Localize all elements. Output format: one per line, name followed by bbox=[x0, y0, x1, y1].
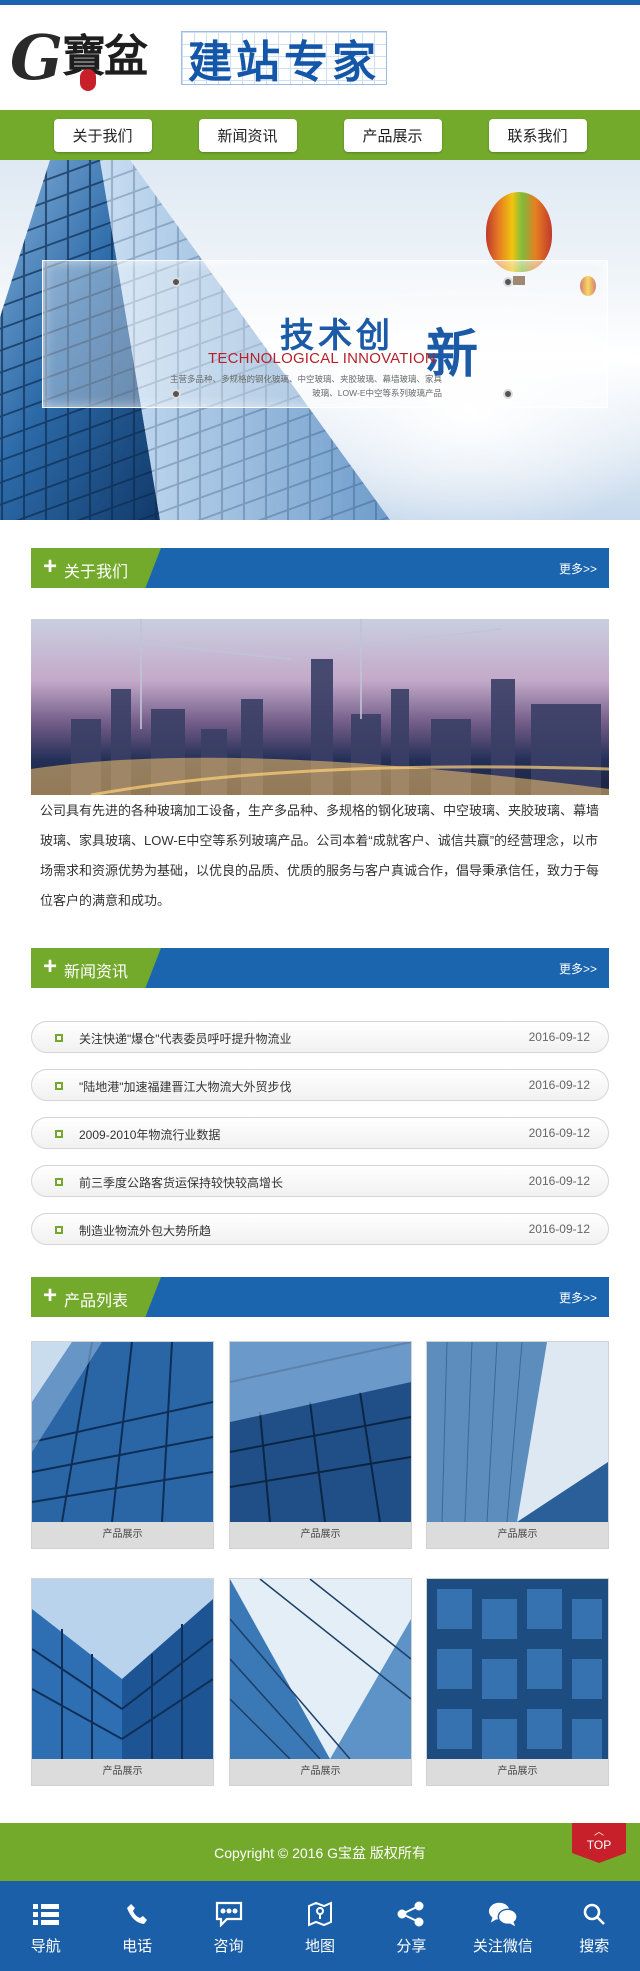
header: G 寶盆 建站专家 bbox=[0, 5, 640, 110]
banner-slogan-sub: 主营多品种、多规格的钢化玻璃、中空玻璃、夹胶玻璃、幕墙玻璃、家具玻璃、LOW-E… bbox=[170, 374, 443, 398]
bullet-icon bbox=[55, 1178, 63, 1186]
toolbar-consult[interactable]: 咨询 bbox=[183, 1881, 274, 1971]
top-label: TOP bbox=[586, 1838, 612, 1852]
logo[interactable]: G 寶盆 建站专家 bbox=[10, 23, 387, 93]
product-card[interactable]: 产品展示 bbox=[229, 1578, 412, 1786]
about-section-header: + 关于我们 更多>> bbox=[31, 548, 609, 588]
product-caption: 产品展示 bbox=[32, 1759, 213, 1785]
product-card[interactable]: 产品展示 bbox=[229, 1341, 412, 1549]
nav-contact[interactable]: 联系我们 bbox=[488, 118, 587, 152]
product-image bbox=[32, 1579, 213, 1759]
logo-letter: G bbox=[10, 21, 63, 94]
city-skyline-image bbox=[31, 619, 609, 795]
news-more-link[interactable]: 更多>> bbox=[559, 960, 597, 977]
toolbar-search[interactable]: 搜索 bbox=[549, 1881, 640, 1971]
toolbar-map[interactable]: 地图 bbox=[274, 1881, 365, 1971]
product-caption: 产品展示 bbox=[230, 1522, 411, 1548]
news-item[interactable]: 2009-2010年物流行业数据 2016-09-12 bbox=[31, 1117, 609, 1149]
news-title: "陆地港"加速福建晋江大物流大外贸步伐 bbox=[79, 1080, 292, 1094]
map-icon bbox=[305, 1899, 335, 1929]
product-caption: 产品展示 bbox=[32, 1522, 213, 1548]
toolbar-phone[interactable]: 电话 bbox=[91, 1881, 182, 1971]
logo-seal-icon bbox=[80, 69, 96, 91]
banner-slogan-en: TECHNOLOGICAL INNOVATION bbox=[208, 350, 436, 367]
copyright-text: Copyright © 2016 G宝盆 版权所有 bbox=[214, 1845, 426, 1861]
wechat-icon bbox=[488, 1899, 518, 1929]
bottom-toolbar: 导航 电话 咨询 地图 分享 关注微信 搜索 bbox=[0, 1881, 640, 1971]
news-title: 关注快递"爆仓"代表委员呼吁提升物流业 bbox=[79, 1032, 292, 1046]
news-item[interactable]: 关注快递"爆仓"代表委员呼吁提升物流业 2016-09-12 bbox=[31, 1021, 609, 1053]
about-description: 公司具有先进的各种玻璃加工设备，生产多品种、多规格的钢化玻璃、中空玻璃、夹胶玻璃… bbox=[40, 803, 600, 908]
chat-icon bbox=[214, 1899, 244, 1929]
news-section-title: 新闻资讯 bbox=[64, 964, 129, 981]
product-image bbox=[427, 1579, 608, 1759]
product-image bbox=[32, 1342, 213, 1522]
news-date: 2016-09-12 bbox=[528, 1030, 590, 1044]
products-section-title: 产品列表 bbox=[64, 1293, 129, 1310]
product-caption: 产品展示 bbox=[427, 1522, 608, 1548]
menu-icon bbox=[31, 1899, 61, 1929]
bullet-icon bbox=[55, 1034, 63, 1042]
toolbar-wechat[interactable]: 关注微信 bbox=[457, 1881, 548, 1971]
news-date: 2016-09-12 bbox=[528, 1126, 590, 1140]
toolbar-share[interactable]: 分享 bbox=[366, 1881, 457, 1971]
plus-icon: + bbox=[43, 553, 58, 580]
panel-screw-icon bbox=[171, 277, 181, 287]
news-list: 关注快递"爆仓"代表委员呼吁提升物流业 2016-09-12 "陆地港"加速福建… bbox=[31, 1021, 609, 1261]
about-section-title: 关于我们 bbox=[64, 564, 129, 581]
product-image bbox=[230, 1342, 411, 1522]
toolbar-label: 地图 bbox=[304, 1938, 335, 1955]
nav-news[interactable]: 新闻资讯 bbox=[198, 118, 297, 152]
toolbar-label: 导航 bbox=[30, 1938, 61, 1955]
news-item[interactable]: 前三季度公路客货运保持较快较高增长 2016-09-12 bbox=[31, 1165, 609, 1197]
bullet-icon bbox=[55, 1130, 63, 1138]
product-image bbox=[230, 1579, 411, 1759]
product-card[interactable]: 产品展示 bbox=[426, 1578, 609, 1786]
news-title: 2009-2010年物流行业数据 bbox=[79, 1128, 221, 1142]
nav-about[interactable]: 关于我们 bbox=[53, 118, 152, 152]
news-date: 2016-09-12 bbox=[528, 1222, 590, 1236]
product-image bbox=[427, 1342, 608, 1522]
news-date: 2016-09-12 bbox=[528, 1174, 590, 1188]
logo-chinese: 寶盆 bbox=[62, 31, 148, 82]
search-icon bbox=[579, 1899, 609, 1929]
toolbar-label: 咨询 bbox=[213, 1938, 244, 1955]
product-card[interactable]: 产品展示 bbox=[426, 1341, 609, 1549]
news-date: 2016-09-12 bbox=[528, 1078, 590, 1092]
panel-screw-icon bbox=[503, 389, 513, 399]
phone-icon bbox=[122, 1899, 152, 1929]
plus-icon: + bbox=[43, 1282, 58, 1309]
footer: Copyright © 2016 G宝盆 版权所有 bbox=[0, 1823, 640, 1881]
news-item[interactable]: 制造业物流外包大势所趋 2016-09-12 bbox=[31, 1213, 609, 1245]
toolbar-label: 电话 bbox=[122, 1938, 153, 1955]
share-icon bbox=[396, 1899, 426, 1929]
product-caption: 产品展示 bbox=[427, 1759, 608, 1785]
toolbar-label: 搜索 bbox=[579, 1938, 610, 1955]
bullet-icon bbox=[55, 1226, 63, 1234]
main-nav: 关于我们 新闻资讯 产品展示 联系我们 bbox=[0, 110, 640, 160]
plus-icon: + bbox=[43, 953, 58, 980]
chevron-up-icon: ︿ bbox=[594, 1827, 604, 1838]
panel-screw-icon bbox=[503, 277, 513, 287]
news-item[interactable]: "陆地港"加速福建晋江大物流大外贸步伐 2016-09-12 bbox=[31, 1069, 609, 1101]
nav-products[interactable]: 产品展示 bbox=[343, 118, 442, 152]
toolbar-label: 关注微信 bbox=[472, 1938, 533, 1955]
product-card[interactable]: 产品展示 bbox=[31, 1341, 214, 1549]
hero-banner[interactable]: 技术创 新 TECHNOLOGICAL INNOVATION 主营多品种、多规格… bbox=[0, 160, 640, 520]
news-title: 制造业物流外包大势所趋 bbox=[79, 1224, 212, 1238]
bullet-icon bbox=[55, 1082, 63, 1090]
product-caption: 产品展示 bbox=[230, 1759, 411, 1785]
logo-mark: G 寶盆 bbox=[10, 23, 165, 93]
news-title: 前三季度公路客货运保持较快较高增长 bbox=[79, 1176, 284, 1190]
products-more-link[interactable]: 更多>> bbox=[559, 1289, 597, 1306]
news-section-header: + 新闻资讯 更多>> bbox=[31, 948, 609, 988]
toolbar-label: 分享 bbox=[396, 1938, 427, 1955]
toolbar-nav[interactable]: 导航 bbox=[0, 1881, 91, 1971]
product-card[interactable]: 产品展示 bbox=[31, 1578, 214, 1786]
about-more-link[interactable]: 更多>> bbox=[559, 560, 597, 577]
site-title: 建站专家 bbox=[181, 31, 387, 88]
products-section-header: + 产品列表 更多>> bbox=[31, 1277, 609, 1317]
